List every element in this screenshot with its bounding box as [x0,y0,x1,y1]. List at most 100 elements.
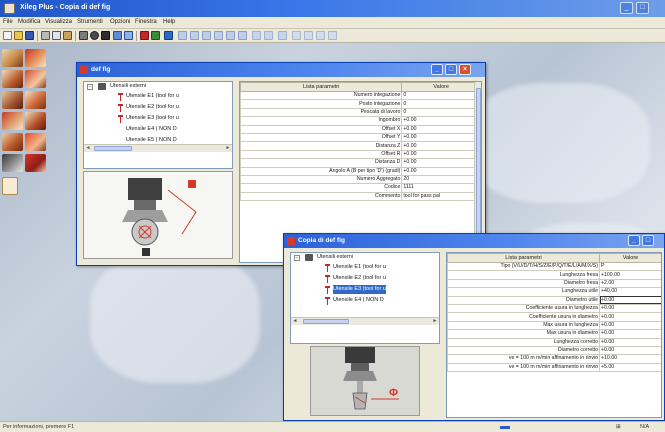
machining-icon[interactable] [25,91,46,109]
table-row[interactable]: Coefficiente usura in diametro +0.00 [447,312,661,322]
parameter-value[interactable]: +0.00 [401,149,481,160]
tree-item-label[interactable]: Utensile E2 (tool for u [126,103,179,112]
machining-icon[interactable] [2,49,23,67]
table-row[interactable]: Coefficiente usura in lunghezza +0.00 [447,303,661,314]
scroll-right-icon[interactable]: ► [431,318,439,325]
window-close-button[interactable]: × [459,64,471,75]
macro-icon[interactable] [2,154,23,172]
parameter-value[interactable]: +0.00 [401,124,481,134]
tree-collapse-icon[interactable]: − [87,84,93,90]
scroll-left-icon[interactable]: ◄ [291,318,299,325]
magic-icon[interactable] [140,31,149,40]
measure-icon[interactable] [113,31,122,40]
table-row[interactable]: Max usura in diametro +0.00 [447,329,661,339]
align-icon[interactable] [178,31,187,40]
align-icon[interactable] [214,31,223,40]
window-maximize-button[interactable]: □ [642,235,654,246]
scrollbar-thumb[interactable] [303,319,349,324]
table-row[interactable]: Max usura in lunghezza +0.00 [447,320,661,331]
scrollbar-thumb[interactable] [476,88,481,238]
parameter-value[interactable]: +2.00 [599,278,661,289]
column-header-value[interactable]: Valore [599,253,661,263]
table-row[interactable]: Offset X +0.00 [240,124,481,134]
tree-item-label[interactable]: Utensile E1 (tool for u [126,92,179,101]
table-row[interactable]: Commento tool for pass pal [240,191,481,202]
parameter-value[interactable]: 20 [401,174,481,185]
tree-item-label-selected[interactable]: Utensile E3 (tool for u [333,285,386,294]
tree-item-label[interactable]: Utensile E4 ( NON D [333,296,384,305]
parameter-value-input[interactable]: +0.00 [599,295,661,305]
parameter-value[interactable]: +0.00 [599,329,661,339]
parameter-value[interactable]: 0 [401,107,481,118]
grid-icon[interactable] [164,31,173,40]
align-icon[interactable] [226,31,235,40]
parameter-value[interactable]: +0.00 [599,320,661,331]
table-row[interactable]: Pescata di lavoro 0 [240,107,481,118]
scroll-left-icon[interactable]: ◄ [84,145,92,152]
table-row[interactable]: Numero integazione 0 [240,90,481,101]
window-maximize-button[interactable]: □ [445,64,457,75]
table-row[interactable]: Diametro fresa +2.00 [447,278,661,289]
view-icon[interactable] [151,31,160,40]
table-row[interactable]: ve = 100 m m/min affinamento in rinvio +1… [447,354,661,364]
parameter-value[interactable]: +0.00 [401,116,481,126]
app-maximize-button[interactable]: □ [636,2,649,14]
table-row[interactable]: Diametro corretto +0.00 [447,345,661,356]
parameter-value[interactable]: 0 [401,99,481,109]
parameter-value[interactable]: +100.00 [599,270,661,280]
tree-horizontal-scrollbar[interactable]: ◄ ► [84,144,232,152]
machining-icon[interactable] [25,49,46,67]
save-icon[interactable] [25,31,34,40]
cut-icon[interactable] [41,31,50,40]
new-icon[interactable] [3,31,12,40]
table-row-editing[interactable]: Diametro utile +0.00 [447,295,661,305]
parameter-value[interactable]: +0.00 [599,303,661,314]
table-row[interactable]: Distanza Z +0.00 [240,141,481,151]
table-row[interactable]: Numero Aggregato 20 [240,174,481,185]
shape-icon[interactable] [316,31,325,40]
table-row[interactable]: Lunghezza corretto +0.00 [447,337,661,347]
tool-icon[interactable] [124,31,133,40]
parameter-value[interactable]: +0.00 [401,132,481,143]
copy-icon[interactable] [52,31,61,40]
table-row[interactable]: Tipo (V/U/D/T/H/S/Z/E/P/Q/T/E/L/A/M/X/S)… [447,261,661,272]
shape-icon[interactable] [328,31,337,40]
machining-icon[interactable] [2,70,23,88]
shape-icon[interactable] [292,31,301,40]
zoom-icon[interactable] [101,31,110,40]
scroll-right-icon[interactable]: ► [224,145,232,152]
tree-item-label[interactable]: Utensile E3 (tool for u [126,114,179,123]
tree-root-label[interactable]: Utensili esterni [110,82,146,91]
arc-icon[interactable] [278,31,287,40]
print-icon[interactable] [79,31,88,40]
parameter-value[interactable]: tool for pass pal [401,191,481,202]
tree-item-label[interactable]: Utensile E1 (tool for u [333,263,386,272]
tree-collapse-icon[interactable]: − [294,255,300,261]
tree-horizontal-scrollbar[interactable]: ◄ ► [291,317,439,325]
parameter-value[interactable]: +0.00 [401,166,481,176]
menu-opzioni[interactable]: Opzioni [110,19,130,25]
app-title-bar[interactable]: Xileg Plus - Copia di def fig _ □ [0,0,665,17]
column-header-parameters[interactable]: Lista parametri [240,82,403,92]
preview-icon[interactable] [90,31,99,40]
table-row[interactable]: Ingombro +0.00 [240,116,481,126]
parameter-value[interactable]: +0.00 [599,337,661,347]
window-minimize-button[interactable]: _ [431,64,443,75]
menu-file[interactable]: File [3,19,13,25]
window-title-bar[interactable]: def fig _ □ × [77,63,485,77]
table-row[interactable]: Angolo A (B per tipo 'D') (gradi) +0.00 [240,166,481,176]
align-icon[interactable] [202,31,211,40]
menu-modifica[interactable]: Modifica [18,19,40,25]
scrollbar-thumb[interactable] [94,146,132,151]
menu-strumenti[interactable]: Strumenti [77,19,103,25]
parameter-value[interactable]: +0.00 [401,158,481,168]
window-copia-di-def-fig[interactable]: Copia di def fig _ □ − Utensili esterni … [283,233,665,421]
tree-item-label[interactable]: Utensile E4 ( NON D [126,125,177,134]
parameter-value[interactable]: 1111 [401,183,481,193]
parameter-value[interactable]: P [599,261,661,272]
line-icon[interactable] [252,31,261,40]
paste-icon[interactable] [63,31,72,40]
parameter-value[interactable]: 0 [401,90,481,101]
line-icon[interactable] [264,31,273,40]
align-icon[interactable] [238,31,247,40]
